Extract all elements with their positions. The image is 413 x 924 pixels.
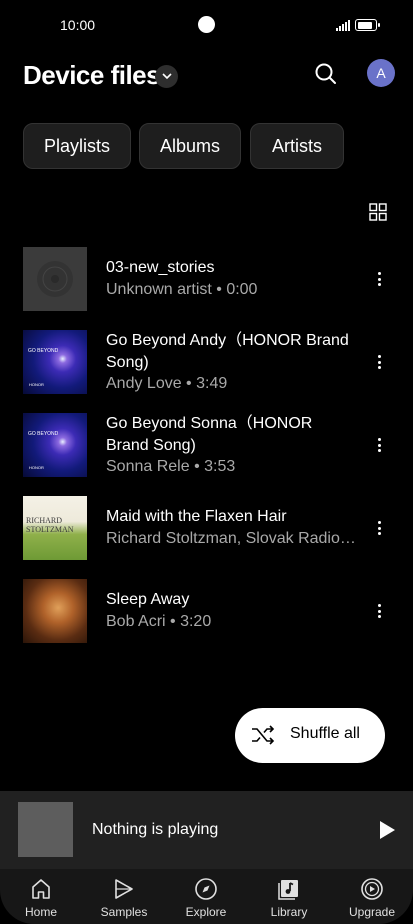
nav-library[interactable]: Library <box>254 869 324 924</box>
album-art: GO BEYOND HONOR <box>23 330 87 394</box>
more-options-icon[interactable] <box>372 352 386 372</box>
album-art <box>23 579 87 643</box>
avatar[interactable]: A <box>367 59 395 87</box>
song-subtitle: Sonna Rele • 3:53 <box>106 458 236 475</box>
source-dropdown-button[interactable] <box>155 65 178 88</box>
nav-explore[interactable]: Explore <box>171 869 241 924</box>
song-subtitle: Bob Acri • 3:20 <box>106 613 212 630</box>
signal-icon <box>336 20 350 31</box>
art-text: HONOR <box>29 465 44 470</box>
chip-artists[interactable]: Artists <box>250 123 344 169</box>
shuffle-all-button[interactable]: Shuffle all <box>235 708 385 763</box>
status-time: 10:00 <box>60 17 96 33</box>
list-item[interactable]: 03-new_stories Unknown artist • 0:00 <box>0 247 413 313</box>
nav-home[interactable]: Home <box>6 869 76 924</box>
song-title: Sleep Away <box>106 591 190 608</box>
nav-label: Home <box>24 905 57 919</box>
more-options-icon[interactable] <box>372 269 386 289</box>
nav-upgrade[interactable]: Upgrade <box>337 869 407 924</box>
nav-label: Upgrade <box>348 905 396 919</box>
nav-label: Samples <box>100 905 148 919</box>
art-text: GO BEYOND <box>28 348 59 354</box>
more-options-icon[interactable] <box>372 435 386 455</box>
song-title: 03-new_stories <box>106 259 215 276</box>
album-art: GO BEYOND HONOR <box>23 413 87 477</box>
song-title: Go Beyond Andy（HONOR Brand Song) <box>106 332 349 371</box>
art-text: RICHARD <box>26 516 63 525</box>
upgrade-icon <box>361 878 383 900</box>
disc-icon <box>37 261 73 297</box>
battery-icon <box>355 19 380 31</box>
player-status: Nothing is playing <box>92 821 219 838</box>
song-subtitle: Andy Love • 3:49 <box>106 375 228 392</box>
compass-icon <box>195 878 217 900</box>
song-title: Go Beyond Sonna（HONOR Brand Song) <box>106 415 313 454</box>
library-icon <box>278 880 298 900</box>
player-artwork <box>18 802 73 857</box>
nav-samples[interactable]: Samples <box>89 869 159 924</box>
status-bar: 10:00 <box>0 0 413 50</box>
chip-albums[interactable]: Albums <box>139 123 241 169</box>
grid-view-icon[interactable] <box>369 203 387 221</box>
nav-label: Library <box>270 905 308 919</box>
album-art: RICHARD STOLTZMAN <box>23 496 87 560</box>
chevron-down-icon <box>161 73 172 80</box>
mini-player[interactable]: Nothing is playing <box>0 791 413 869</box>
song-subtitle: Unknown artist • 0:00 <box>106 281 258 298</box>
shuffle-all-label: Shuffle all <box>290 725 360 742</box>
more-options-icon[interactable] <box>372 518 386 538</box>
song-subtitle: Richard Stoltzman, Slovak Radio Symphony… <box>106 530 356 547</box>
samples-icon <box>115 879 133 899</box>
chip-playlists[interactable]: Playlists <box>23 123 131 169</box>
list-item[interactable]: GO BEYOND HONOR Go Beyond Andy（HONOR Bra… <box>0 330 413 396</box>
play-icon[interactable] <box>378 820 396 840</box>
page-title: Device files <box>23 60 161 90</box>
art-text: STOLTZMAN <box>26 525 74 534</box>
app-screen: 10:00 Device files A Playlists Albums Ar… <box>0 0 413 924</box>
list-item[interactable]: GO BEYOND HONOR Go Beyond Sonna（HONOR Br… <box>0 413 413 479</box>
front-camera <box>198 16 215 33</box>
bottom-nav: Home Samples Explore Library Upgrade <box>0 869 413 924</box>
album-art <box>23 247 87 311</box>
list-item[interactable]: Sleep Away Bob Acri • 3:20 <box>0 579 413 645</box>
shuffle-icon <box>252 725 275 745</box>
more-options-icon[interactable] <box>372 601 386 621</box>
art-text: HONOR <box>29 382 44 387</box>
nav-label: Explore <box>185 905 227 919</box>
list-item[interactable]: RICHARD STOLTZMAN Maid with the Flaxen H… <box>0 496 413 562</box>
art-text: GO BEYOND <box>28 431 59 437</box>
search-icon[interactable] <box>313 61 339 87</box>
home-icon <box>32 879 50 899</box>
song-title: Maid with the Flaxen Hair <box>106 508 287 525</box>
